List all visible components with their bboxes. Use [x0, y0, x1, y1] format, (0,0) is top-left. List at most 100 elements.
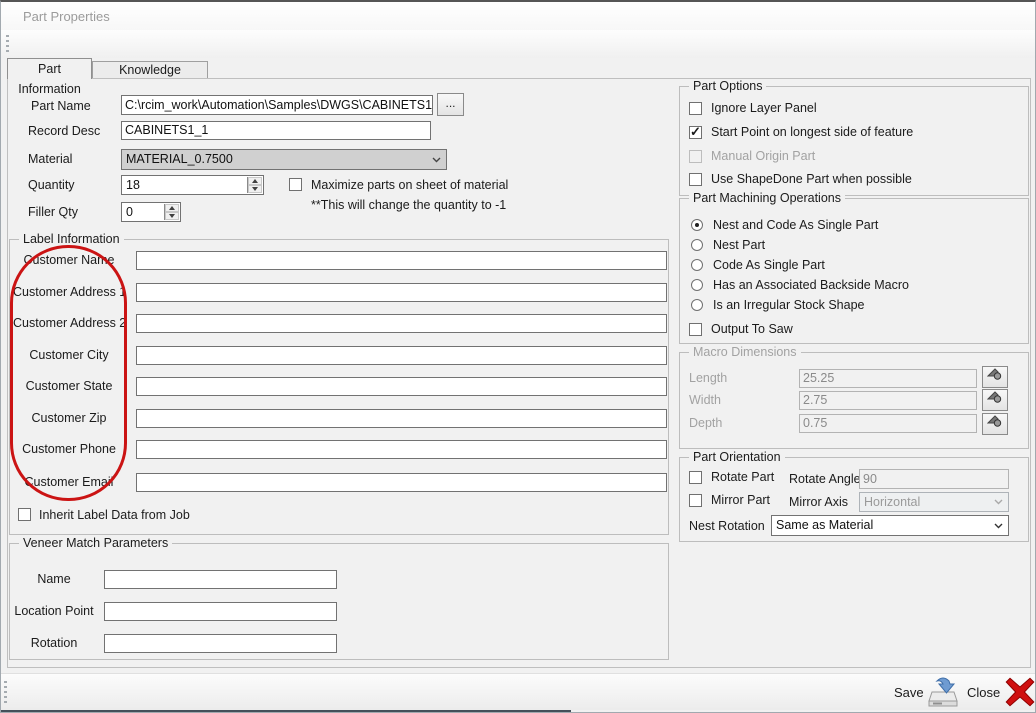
- ignore-layer-panel-label: Ignore Layer Panel: [711, 101, 817, 115]
- mirror-axis-select: Horizontal: [859, 492, 1009, 512]
- code-as-single-part-radio[interactable]: [691, 259, 703, 271]
- save-button[interactable]: Save: [894, 675, 958, 709]
- maximize-parts-label: Maximize parts on sheet of material: [311, 178, 508, 192]
- nest-part-label: Nest Part: [713, 238, 765, 252]
- depth-input: 0.75: [799, 414, 977, 433]
- width-pick-button[interactable]: [982, 389, 1008, 411]
- part-name-label: Part Name: [31, 99, 91, 113]
- close-icon: [1004, 677, 1036, 707]
- part-options-title: Part Options: [689, 79, 766, 93]
- inherit-label-data-label: Inherit Label Data from Job: [39, 508, 190, 522]
- customer-email-input[interactable]: [136, 473, 667, 492]
- nest-part-radio[interactable]: [691, 239, 703, 251]
- part-machining-title: Part Machining Operations: [689, 191, 845, 205]
- spin-up-icon[interactable]: [248, 177, 262, 185]
- material-label: Material: [28, 152, 72, 166]
- footer-strip: [1, 673, 1035, 710]
- save-button-label: Save: [894, 685, 924, 700]
- filler-qty-label: Filler Qty: [28, 205, 78, 219]
- length-pick-button[interactable]: [982, 366, 1008, 388]
- tab-part-information[interactable]: Part Information: [7, 58, 92, 79]
- record-desc-input[interactable]: CABINETS1_1: [121, 121, 431, 140]
- customer-city-input[interactable]: [136, 346, 667, 365]
- location-point-input[interactable]: [104, 602, 337, 621]
- quantity-spin-buttons[interactable]: [247, 177, 262, 193]
- nest-and-code-radio[interactable]: [691, 219, 703, 231]
- irregular-stock-shape-label: Is an Irregular Stock Shape: [713, 298, 864, 312]
- location-point-label: Location Point: [13, 604, 95, 618]
- customer-city-label: Customer City: [13, 348, 125, 362]
- use-shapedone-checkbox[interactable]: [689, 173, 702, 186]
- customer-address2-input[interactable]: [136, 314, 667, 333]
- maximize-parts-checkbox[interactable]: [289, 178, 302, 191]
- length-input: 25.25: [799, 369, 977, 388]
- output-to-saw-label: Output To Saw: [711, 322, 793, 336]
- browse-button[interactable]: ...: [437, 93, 464, 116]
- chevron-down-icon: [994, 523, 1003, 529]
- manual-origin-part-checkbox: [689, 150, 702, 163]
- mirror-part-checkbox[interactable]: [689, 494, 702, 507]
- depth-label: Depth: [689, 416, 722, 430]
- quantity-stepper[interactable]: 18: [121, 175, 264, 195]
- veneer-name-label: Name: [13, 572, 95, 586]
- customer-address2-label: Customer Address 2: [13, 316, 125, 330]
- nest-rotation-label: Nest Rotation: [689, 519, 765, 533]
- chevron-down-icon: [994, 499, 1003, 505]
- customer-name-label: Customer Name: [13, 253, 125, 267]
- mirror-part-label: Mirror Part: [711, 493, 770, 507]
- measure-pick-icon: [987, 414, 1003, 428]
- spin-down-icon[interactable]: [248, 185, 262, 193]
- chevron-down-icon: [432, 157, 441, 163]
- customer-zip-input[interactable]: [136, 409, 667, 428]
- measure-pick-icon: [987, 390, 1003, 404]
- ignore-layer-panel-checkbox[interactable]: [689, 102, 702, 115]
- close-button[interactable]: Close: [967, 675, 1036, 709]
- customer-phone-label: Customer Phone: [13, 442, 125, 456]
- depth-pick-button[interactable]: [982, 413, 1008, 435]
- filler-qty-spin-buttons[interactable]: [164, 204, 179, 220]
- start-point-longest-side-checkbox[interactable]: [689, 126, 702, 139]
- close-button-label: Close: [967, 685, 1000, 700]
- quantity-value: 18: [126, 177, 140, 193]
- inherit-label-data-checkbox[interactable]: [18, 508, 31, 521]
- material-value: MATERIAL_0.7500: [126, 152, 233, 166]
- nest-rotation-select[interactable]: Same as Material: [771, 515, 1009, 536]
- measure-pick-icon: [987, 367, 1003, 381]
- toolstrip: [1, 30, 1035, 58]
- start-point-longest-side-label: Start Point on longest side of feature: [711, 125, 913, 139]
- customer-zip-label: Customer Zip: [13, 411, 125, 425]
- rotate-angle-label: Rotate Angle: [789, 472, 861, 486]
- mirror-axis-value: Horizontal: [864, 495, 920, 509]
- part-name-input[interactable]: C:\rcim_work\Automation\Samples\DWGS\CAB…: [121, 95, 433, 115]
- customer-address1-label: Customer Address 1: [13, 285, 125, 299]
- record-desc-label: Record Desc: [28, 124, 100, 138]
- irregular-stock-shape-radio[interactable]: [691, 299, 703, 311]
- rotation-input[interactable]: [104, 634, 337, 653]
- use-shapedone-label: Use ShapeDone Part when possible: [711, 172, 912, 186]
- nest-and-code-label: Nest and Code As Single Part: [713, 218, 878, 232]
- veneer-name-input[interactable]: [104, 570, 337, 589]
- tab-knowledge-information[interactable]: Knowledge Information: [92, 61, 208, 79]
- customer-name-input[interactable]: [136, 251, 667, 270]
- rotate-part-checkbox[interactable]: [689, 471, 702, 484]
- customer-state-input[interactable]: [136, 377, 667, 396]
- backside-macro-radio[interactable]: [691, 279, 703, 291]
- customer-phone-input[interactable]: [136, 440, 667, 459]
- output-to-saw-checkbox[interactable]: [689, 323, 702, 336]
- part-orientation-title: Part Orientation: [689, 450, 785, 464]
- length-label: Length: [689, 371, 727, 385]
- rotate-part-label: Rotate Part: [711, 470, 774, 484]
- customer-address1-input[interactable]: [136, 283, 667, 302]
- spin-up-icon[interactable]: [165, 204, 179, 212]
- footer-grip-icon: [4, 681, 7, 706]
- material-select[interactable]: MATERIAL_0.7500: [121, 149, 447, 170]
- spin-down-icon[interactable]: [165, 212, 179, 220]
- customer-email-label: Customer Email: [13, 475, 125, 489]
- quantity-label: Quantity: [28, 178, 75, 192]
- maximize-parts-note: **This will change the quantity to -1: [311, 198, 506, 212]
- window-title: Part Properties: [23, 9, 110, 24]
- toolstrip-grip-icon: [6, 35, 9, 53]
- filler-qty-stepper[interactable]: 0: [121, 202, 181, 222]
- filler-qty-value: 0: [126, 204, 133, 220]
- save-icon: [928, 676, 958, 708]
